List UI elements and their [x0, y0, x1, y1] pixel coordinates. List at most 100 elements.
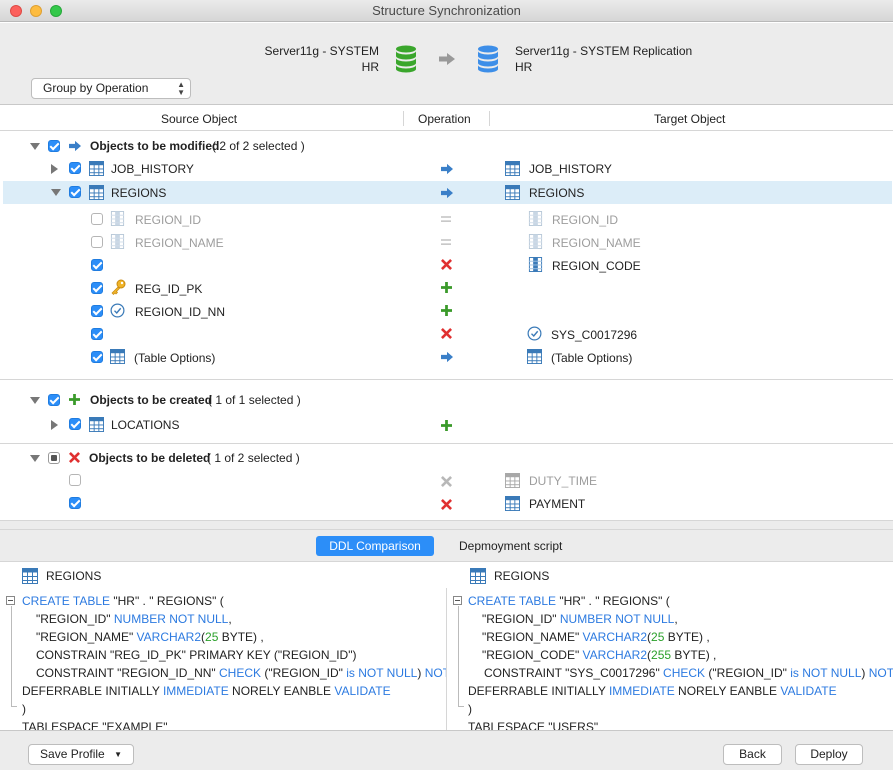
row-checkbox[interactable] [69, 474, 81, 486]
source-object-column-header[interactable]: Source Object [161, 112, 237, 126]
maximize-window-button[interactable] [50, 5, 62, 17]
child-row-region-code[interactable]: REGION_CODE [0, 254, 893, 277]
child-row-region-id[interactable]: REGION_ID REGION_ID [0, 208, 893, 231]
row-checkbox[interactable] [91, 236, 103, 248]
table-row-job-history[interactable]: JOB_HISTORY JOB_HISTORY [0, 157, 893, 180]
minimize-window-button[interactable] [30, 5, 42, 17]
table-row-payment[interactable]: PAYMENT [0, 492, 893, 515]
ddl-keyword: is NOT NULL [790, 666, 862, 680]
ddl-keyword: is NOT NULL [346, 666, 418, 680]
child-row-region-id-nn[interactable]: REGION_ID_NN [0, 300, 893, 323]
check-constraint-icon [527, 326, 542, 341]
ddl-keyword: IMMEDIATE [608, 684, 675, 698]
delete-cross-icon [441, 259, 452, 270]
ddl-text: , [228, 612, 232, 626]
dropdown-arrow-icon: ▼ [114, 750, 122, 759]
modify-arrow-icon [440, 163, 454, 175]
target-server-name: Server11g - SYSTEM Replication [515, 44, 693, 58]
tab-deployment-script[interactable]: Depmoyment script [451, 536, 570, 556]
row-checkbox[interactable] [91, 351, 103, 363]
column-divider[interactable] [489, 111, 490, 126]
ddl-line: "REGION_CODE" VARCHAR2(255 BYTE) , [482, 648, 716, 662]
ddl-keyword: NUMBER NOT NULL [559, 612, 675, 626]
disclosure-open-icon[interactable] [30, 455, 40, 462]
save-profile-button[interactable]: Save Profile ▼ [28, 744, 134, 765]
row-checkbox[interactable] [91, 305, 103, 317]
row-checkbox[interactable] [69, 418, 81, 430]
ddl-keyword: CREATE TABLE [468, 594, 557, 608]
fold-collapse-icon[interactable] [453, 596, 462, 605]
disclosure-open-icon[interactable] [30, 143, 40, 150]
row-checkbox[interactable] [69, 497, 81, 509]
row-checkbox[interactable] [91, 328, 103, 340]
child-row-table-options[interactable]: (Table Options) (Table Options) [0, 346, 893, 369]
table-icon [527, 349, 542, 364]
table-row-locations[interactable]: LOCATIONS [0, 413, 893, 436]
section-row-deleted[interactable]: Objects to be deleted ( 1 of 2 selected … [0, 447, 893, 470]
deploy-button[interactable]: Deploy [795, 744, 863, 765]
left-ddl-code[interactable]: CREATE TABLE "HR" . " REGIONS" ( "REGION… [0, 588, 446, 730]
child-row-region-name[interactable]: REGION_NAME REGION_NAME [0, 231, 893, 254]
group-by-select[interactable]: Group by Operation ▲ ▼ [31, 78, 191, 99]
disclosure-closed-icon[interactable] [51, 164, 58, 174]
ddl-number: 25 [651, 630, 665, 644]
sync-object-tree: Objects to be modified ( 2 of 2 selected… [0, 131, 893, 520]
back-button[interactable]: Back [723, 744, 782, 765]
ddl-text: "REGION_NAME" [482, 630, 583, 644]
ddl-keyword: NOT [868, 666, 893, 680]
section-checkbox[interactable] [48, 452, 60, 464]
child-row-sys-c0017296[interactable]: SYS_C0017296 [0, 323, 893, 346]
child-row-reg-id-pk[interactable]: REG_ID_PK [0, 277, 893, 300]
source-object-name: (Table Options) [134, 351, 216, 365]
target-object-name: DUTY_TIME [529, 474, 598, 488]
modify-arrow-icon [68, 140, 82, 152]
row-checkbox[interactable] [91, 282, 103, 294]
column-divider[interactable] [403, 111, 404, 126]
ddl-line: "REGION_ID" NUMBER NOT NULL, [36, 612, 232, 626]
disclosure-open-icon[interactable] [30, 397, 40, 404]
right-ddl-code[interactable]: CREATE TABLE "HR" . " REGIONS" ( "REGION… [447, 588, 893, 730]
target-object-name: REGION_CODE [552, 259, 641, 273]
operation-column-header[interactable]: Operation [418, 112, 471, 126]
table-row-regions[interactable]: REGIONS REGIONS [3, 181, 892, 204]
equal-icon [441, 216, 451, 223]
disclosure-open-icon[interactable] [51, 189, 61, 196]
ddl-text: ) [468, 702, 472, 716]
ddl-text: "REGION_NAME" [36, 630, 137, 644]
ddl-text: ) [861, 666, 869, 680]
target-object-name: JOB_HISTORY [529, 162, 612, 176]
table-row-duty-time[interactable]: DUTY_TIME [0, 469, 893, 492]
ddl-text: DEFERRABLE INITIALLY [22, 684, 163, 698]
left-ddl-title: REGIONS [46, 569, 102, 583]
target-object-name: REGION_NAME [552, 236, 641, 250]
ddl-line: ) [22, 702, 26, 716]
ddl-text: , [674, 612, 678, 626]
section-row-modified[interactable]: Objects to be modified ( 2 of 2 selected… [0, 135, 893, 158]
ddl-keyword: CREATE TABLE [22, 594, 111, 608]
section-label: Objects to be deleted [89, 451, 211, 465]
section-checkbox[interactable] [48, 140, 60, 152]
section-checkbox[interactable] [48, 394, 60, 406]
disclosure-closed-icon[interactable] [51, 420, 58, 430]
row-checkbox[interactable] [69, 162, 81, 174]
source-server-info: Server11g - SYSTEM HR [265, 43, 379, 75]
source-server-name: Server11g - SYSTEM [264, 44, 379, 58]
ddl-text: "REGION_CODE" [482, 648, 583, 662]
tab-ddl-comparison[interactable]: DDL Comparison [316, 536, 434, 556]
target-object-column-header[interactable]: Target Object [654, 112, 725, 126]
source-object-name: REGION_ID_NN [135, 305, 226, 319]
section-row-created[interactable]: Objects to be created ( 1 of 1 selected … [0, 389, 893, 412]
ddl-line: CONSTRAINT "SYS_C0017296" CHECK ("REGION… [484, 666, 893, 680]
sync-direction-arrow-icon [438, 52, 456, 66]
ddl-line: DEFERRABLE INITIALLY IMMEDIATE NORELY EA… [468, 684, 837, 698]
row-checkbox[interactable] [91, 259, 103, 271]
panel-splitter[interactable] [0, 520, 893, 530]
row-checkbox[interactable] [91, 213, 103, 225]
close-window-button[interactable] [10, 5, 22, 17]
ddl-number: 255 [651, 648, 672, 662]
fold-collapse-icon[interactable] [6, 596, 15, 605]
row-checkbox[interactable] [69, 186, 81, 198]
add-plus-icon [69, 394, 80, 405]
ddl-keyword: VALIDATE [334, 684, 391, 698]
ddl-number: 25 [205, 630, 219, 644]
